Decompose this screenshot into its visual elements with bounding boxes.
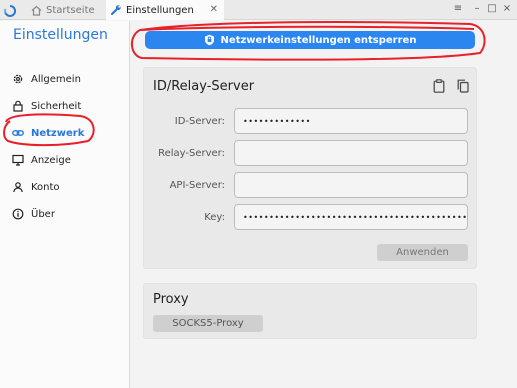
- proxy-card: Proxy SOCKS5-Proxy: [143, 283, 477, 339]
- key-input[interactable]: ••••••••••••••••••••••••••••••••••••••••…: [234, 204, 468, 230]
- id-server-label: ID-Server:: [174, 116, 225, 127]
- close-tab-icon[interactable]: ✕: [210, 4, 218, 15]
- copy-icon[interactable]: [456, 78, 470, 94]
- sidebar-item-label: Über: [31, 208, 55, 220]
- lock-icon: [12, 100, 24, 112]
- unlock-button-label: Netzwerkeinstellungen entsperren: [220, 34, 417, 46]
- title-bar: Startseite Einstellungen ✕ ≡ – □ ×: [0, 0, 517, 20]
- socks5-proxy-button[interactable]: SOCKS5-Proxy: [153, 315, 263, 332]
- home-icon: [30, 4, 42, 16]
- minimize-icon[interactable]: –: [470, 2, 484, 16]
- sidebar-title: Einstellungen: [13, 27, 108, 43]
- close-window-icon[interactable]: ×: [500, 2, 514, 16]
- sidebar-item-sicherheit[interactable]: Sicherheit: [12, 97, 112, 115]
- clipboard-icon[interactable]: [432, 78, 446, 94]
- sidebar-item-ueber[interactable]: Über: [12, 205, 112, 223]
- relay-server-card: ID/Relay-Server ID-Server: •••••••••••••…: [143, 67, 477, 269]
- card-title: ID/Relay-Server: [153, 79, 255, 94]
- sidebar-item-label: Konto: [31, 181, 60, 193]
- sidebar-item-label: Sicherheit: [31, 100, 82, 112]
- sidebar-item-label: Allgemein: [31, 73, 81, 85]
- menu-icon[interactable]: ≡: [451, 2, 465, 16]
- sidebar-item-anzeige[interactable]: Anzeige: [12, 151, 112, 169]
- maximize-icon[interactable]: □: [485, 2, 499, 16]
- api-server-label: API-Server:: [169, 180, 225, 191]
- id-server-input[interactable]: •••••••••••••: [234, 108, 468, 134]
- app-logo-icon: [3, 3, 17, 17]
- apply-button[interactable]: Anwenden: [377, 244, 468, 261]
- settings-sidebar: Einstellungen Allgemein Sicherheit Netzw…: [0, 21, 130, 388]
- key-label: Key:: [204, 212, 225, 223]
- link-icon: [12, 127, 24, 139]
- sidebar-item-label: Anzeige: [31, 154, 71, 166]
- sidebar-item-allgemein[interactable]: Allgemein: [12, 70, 112, 88]
- tab-einstellungen[interactable]: Einstellungen ✕: [106, 0, 224, 20]
- unlock-network-settings-button[interactable]: Netzwerkeinstellungen entsperren: [145, 31, 475, 49]
- info-icon: [12, 208, 24, 220]
- person-icon: [12, 181, 24, 193]
- monitor-icon: [12, 154, 24, 166]
- sidebar-item-konto[interactable]: Konto: [12, 178, 112, 196]
- relay-server-input[interactable]: [234, 140, 468, 166]
- tab-startseite[interactable]: Startseite: [28, 0, 106, 20]
- card-title: Proxy: [153, 292, 189, 307]
- wrench-icon: [110, 4, 122, 16]
- api-server-input[interactable]: [234, 172, 468, 198]
- tab-label: Startseite: [46, 4, 95, 16]
- relay-server-label: Relay-Server:: [158, 148, 225, 159]
- shield-icon: [204, 34, 216, 46]
- sidebar-item-netzwerk[interactable]: Netzwerk: [12, 124, 112, 142]
- gear-icon: [12, 73, 24, 85]
- tab-label: Einstellungen: [126, 4, 194, 16]
- sidebar-item-label: Netzwerk: [31, 127, 85, 139]
